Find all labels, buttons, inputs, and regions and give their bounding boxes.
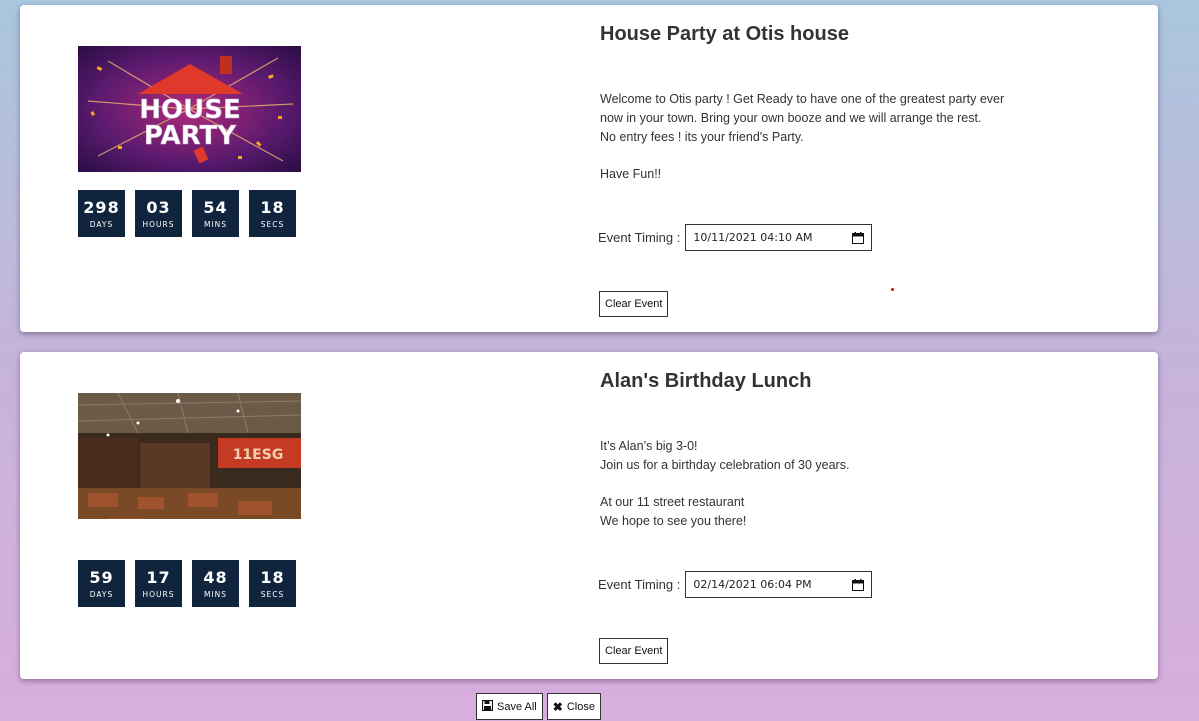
close-button[interactable]: ✖ Close: [546, 693, 601, 720]
description-line: Have Fun!!: [600, 167, 662, 181]
event-timing: Event Timing : 02/14/2021 06:04 PM: [598, 571, 873, 598]
countdown-hours-label: HOURS: [142, 219, 175, 229]
countdown-mins: 48 MINS: [192, 560, 239, 607]
event-timing-input[interactable]: 10/11/2021 04:10 AM: [685, 224, 873, 251]
countdown-days-value: 298: [83, 197, 120, 217]
event-title: Alan's Birthday Lunch: [600, 370, 812, 392]
countdown-hours: 17 HOURS: [135, 560, 182, 607]
countdown-hours: 03 HOURS: [135, 190, 182, 237]
countdown-days: 59 DAYS: [78, 560, 125, 607]
countdown-secs-label: SECS: [260, 219, 285, 229]
event-timing-label: Event Timing :: [598, 230, 681, 245]
event-timing-value: 10/11/2021 04:10 AM: [693, 231, 813, 244]
clear-event-button[interactable]: Clear Event: [599, 291, 669, 317]
save-all-label: Save All: [497, 700, 537, 713]
description-line: At our 11 street restaurant: [600, 495, 745, 509]
event-title: House Party at Otis house: [600, 23, 849, 45]
event-timing: Event Timing : 10/11/2021 04:10 AM: [598, 224, 873, 251]
countdown-days-value: 59: [89, 567, 114, 587]
clear-event-button[interactable]: Clear Event: [599, 638, 669, 664]
save-all-button[interactable]: Save All: [476, 693, 543, 720]
countdown-secs: 18 SECS: [249, 560, 296, 607]
event-timing-value: 02/14/2021 06:04 PM: [693, 578, 812, 591]
floppy-disk-icon: [481, 699, 494, 713]
countdown-secs-label: SECS: [260, 589, 285, 599]
image-text-party: PARTY: [144, 121, 237, 151]
countdown-mins-label: MINS: [203, 589, 228, 599]
calendar-icon[interactable]: [852, 578, 865, 591]
countdown-mins-value: 48: [203, 567, 228, 587]
countdown-house-party: 298 DAYS 03 HOURS 54 MINS 18 SECS: [78, 190, 296, 237]
image-text-restaurant: 11ESG: [233, 447, 284, 463]
description-line: It’s Alan’s big 3-0!: [600, 439, 698, 453]
countdown-days-label: DAYS: [89, 219, 114, 229]
event-timing-label: Event Timing :: [598, 577, 681, 592]
countdown-hours-label: HOURS: [142, 589, 175, 599]
red-dot: [891, 288, 894, 291]
event-image-house-party: HOUSE PARTY: [78, 46, 301, 172]
calendar-icon[interactable]: [852, 231, 865, 244]
countdown-secs: 18 SECS: [249, 190, 296, 237]
footer-actions: Save All ✖ Close: [476, 693, 601, 720]
countdown-mins-value: 54: [203, 197, 228, 217]
description-line: Join us for a birthday celebration of 30…: [600, 458, 850, 472]
countdown-hours-value: 03: [146, 197, 171, 217]
description-line: No entry fees ! its your friend's Party.: [600, 130, 804, 144]
close-label: Close: [566, 700, 595, 713]
countdown-days-label: DAYS: [89, 589, 114, 599]
countdown-mins: 54 MINS: [192, 190, 239, 237]
close-icon: ✖: [552, 699, 563, 714]
description-line: Welcome to Otis party ! Get Ready to hav…: [600, 92, 1005, 106]
description-line: now in your town. Bring your own booze a…: [600, 111, 982, 125]
event-description: It’s Alan’s big 3-0! Join us for a birth…: [600, 437, 1060, 531]
countdown-birthday-lunch: 59 DAYS 17 HOURS 48 MINS 18 SECS: [78, 560, 296, 607]
countdown-days: 298 DAYS: [78, 190, 125, 237]
countdown-secs-value: 18: [260, 197, 285, 217]
event-card-birthday-lunch: 11ESG 59 DAYS 17 HOURS 48 MINS 18 SECS A…: [20, 352, 1158, 679]
countdown-mins-label: MINS: [203, 219, 228, 229]
event-description: Welcome to Otis party ! Get Ready to hav…: [600, 90, 1060, 184]
event-card-house-party: HOUSE PARTY 298 DAYS 03 HOURS 54 MINS 18…: [20, 5, 1158, 332]
description-line: We hope to see you there!: [600, 514, 747, 528]
countdown-hours-value: 17: [146, 567, 171, 587]
event-timing-input[interactable]: 02/14/2021 06:04 PM: [685, 571, 873, 598]
countdown-secs-value: 18: [260, 567, 285, 587]
event-image-restaurant: 11ESG: [78, 393, 301, 519]
